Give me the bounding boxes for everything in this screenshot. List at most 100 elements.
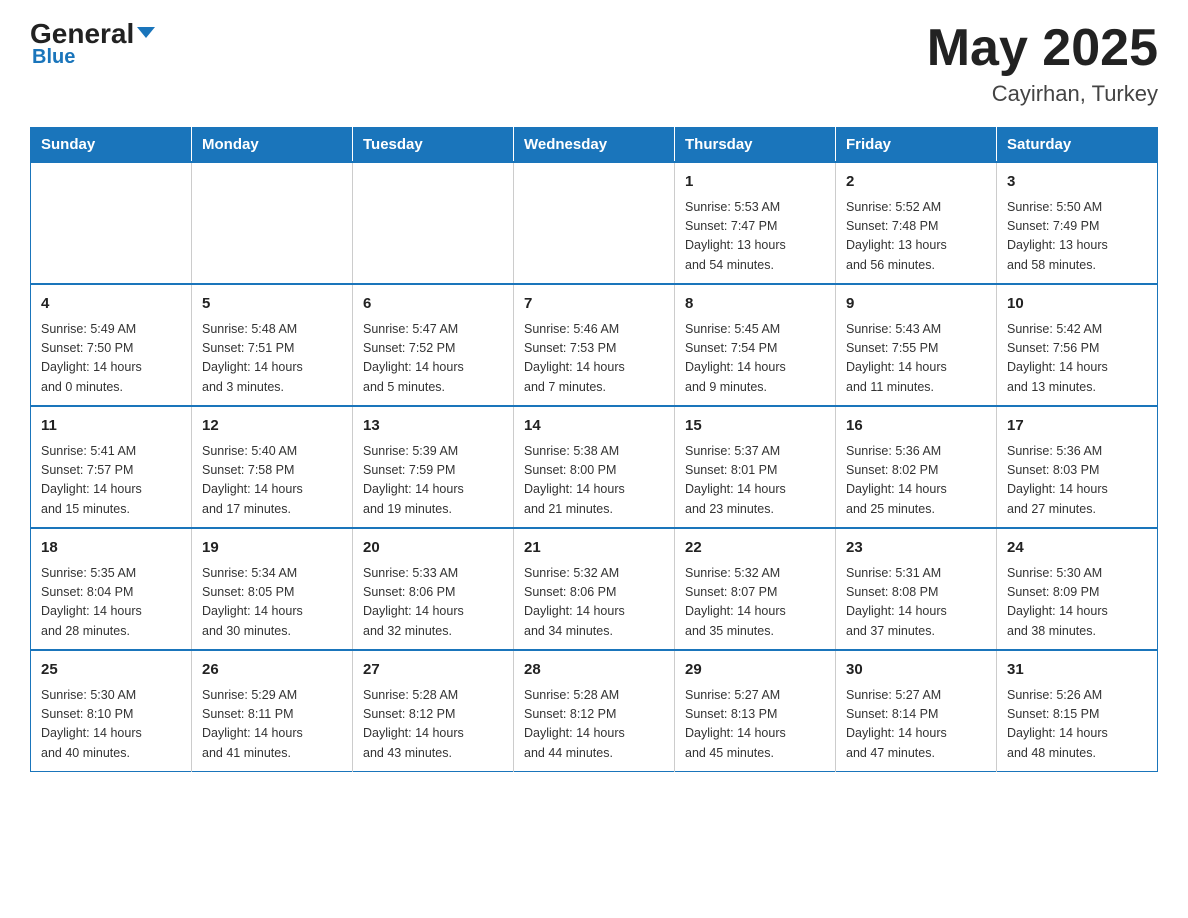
calendar-cell: 18 Sunrise: 5:35 AMSunset: 8:04 PMDayligh… [31, 528, 192, 650]
day-number: 19 [202, 537, 342, 560]
day-number: 11 [41, 415, 181, 438]
calendar-cell: 23Sunrise: 5:31 AMSunset: 8:08 PMDayligh… [836, 528, 997, 650]
day-of-week-friday: Friday [836, 128, 997, 163]
calendar-cell [192, 162, 353, 284]
day-number: 30 [846, 659, 986, 682]
day-number: 16 [846, 415, 986, 438]
calendar-cell: 5Sunrise: 5:48 AMSunset: 7:51 PMDaylight… [192, 284, 353, 406]
title-block: May 2025 Cayirhan, Turkey [927, 20, 1158, 107]
day-number: 10 [1007, 293, 1147, 316]
day-info: Sunrise: 5:53 AMSunset: 7:47 PMDaylight:… [685, 198, 825, 276]
day-info: Sunrise: 5:36 AMSunset: 8:02 PMDaylight:… [846, 442, 986, 520]
day-of-week-wednesday: Wednesday [514, 128, 675, 163]
calendar-cell: 14Sunrise: 5:38 AMSunset: 8:00 PMDayligh… [514, 406, 675, 528]
calendar-cell [31, 162, 192, 284]
day-number: 28 [524, 659, 664, 682]
calendar-cell: 21 Sunrise: 5:32 AMSunset: 8:06 PMDayligh… [514, 528, 675, 650]
calendar-cell: 25Sunrise: 5:30 AMSunset: 8:10 PMDayligh… [31, 650, 192, 772]
calendar-cell: 15 Sunrise: 5:37 AMSunset: 8:01 PMDayligh… [675, 406, 836, 528]
calendar-cell: 6 Sunrise: 5:47 AMSunset: 7:52 PMDaylight… [353, 284, 514, 406]
calendar-cell: 29 Sunrise: 5:27 AMSunset: 8:13 PMDayligh… [675, 650, 836, 772]
day-of-week-monday: Monday [192, 128, 353, 163]
calendar-cell: 1 Sunrise: 5:53 AMSunset: 7:47 PMDaylight… [675, 162, 836, 284]
day-info: Sunrise: 5:45 AMSunset: 7:54 PMDaylight:… [685, 320, 825, 398]
calendar-cell [514, 162, 675, 284]
calendar-location: Cayirhan, Turkey [927, 81, 1158, 107]
day-info: Sunrise: 5:35 AMSunset: 8:04 PMDaylight:… [41, 564, 181, 642]
calendar-cell: 10 Sunrise: 5:42 AMSunset: 7:56 PMDayligh… [997, 284, 1158, 406]
day-info: Sunrise: 5:27 AMSunset: 8:13 PMDaylight:… [685, 686, 825, 764]
calendar-cell: 17 Sunrise: 5:36 AMSunset: 8:03 PMDayligh… [997, 406, 1158, 528]
calendar-cell: 11 Sunrise: 5:41 AMSunset: 7:57 PMDayligh… [31, 406, 192, 528]
day-info: Sunrise: 5:26 AMSunset: 8:15 PMDaylight:… [1007, 686, 1147, 764]
calendar-cell: 28 Sunrise: 5:28 AMSunset: 8:12 PMDayligh… [514, 650, 675, 772]
calendar-title: May 2025 [927, 20, 1158, 77]
day-info: Sunrise: 5:27 AMSunset: 8:14 PMDaylight:… [846, 686, 986, 764]
day-number: 22 [685, 537, 825, 560]
day-number: 29 [685, 659, 825, 682]
day-number: 12 [202, 415, 342, 438]
day-number: 18 [41, 537, 181, 560]
day-info: Sunrise: 5:30 AMSunset: 8:09 PMDaylight:… [1007, 564, 1147, 642]
calendar-cell: 20Sunrise: 5:33 AMSunset: 8:06 PMDayligh… [353, 528, 514, 650]
day-info: Sunrise: 5:50 AMSunset: 7:49 PMDaylight:… [1007, 198, 1147, 276]
calendar-cell: 7 Sunrise: 5:46 AMSunset: 7:53 PMDaylight… [514, 284, 675, 406]
calendar-header-row: SundayMondayTuesdayWednesdayThursdayFrid… [31, 128, 1158, 163]
day-info: Sunrise: 5:39 AMSunset: 7:59 PMDaylight:… [363, 442, 503, 520]
day-of-week-sunday: Sunday [31, 128, 192, 163]
day-number: 6 [363, 293, 503, 316]
day-info: Sunrise: 5:36 AMSunset: 8:03 PMDaylight:… [1007, 442, 1147, 520]
day-number: 15 [685, 415, 825, 438]
day-info: Sunrise: 5:28 AMSunset: 8:12 PMDaylight:… [363, 686, 503, 764]
day-info: Sunrise: 5:33 AMSunset: 8:06 PMDaylight:… [363, 564, 503, 642]
day-info: Sunrise: 5:52 AMSunset: 7:48 PMDaylight:… [846, 198, 986, 276]
day-info: Sunrise: 5:47 AMSunset: 7:52 PMDaylight:… [363, 320, 503, 398]
day-number: 7 [524, 293, 664, 316]
calendar-cell: 24 Sunrise: 5:30 AMSunset: 8:09 PMDayligh… [997, 528, 1158, 650]
day-of-week-thursday: Thursday [675, 128, 836, 163]
day-number: 1 [685, 171, 825, 194]
day-info: Sunrise: 5:31 AMSunset: 8:08 PMDaylight:… [846, 564, 986, 642]
day-number: 17 [1007, 415, 1147, 438]
day-info: Sunrise: 5:34 AMSunset: 8:05 PMDaylight:… [202, 564, 342, 642]
calendar-cell: 19 Sunrise: 5:34 AMSunset: 8:05 PMDayligh… [192, 528, 353, 650]
day-info: Sunrise: 5:41 AMSunset: 7:57 PMDaylight:… [41, 442, 181, 520]
calendar-cell: 12 Sunrise: 5:40 AMSunset: 7:58 PMDayligh… [192, 406, 353, 528]
day-info: Sunrise: 5:38 AMSunset: 8:00 PMDaylight:… [524, 442, 664, 520]
calendar-cell: 16 Sunrise: 5:36 AMSunset: 8:02 PMDayligh… [836, 406, 997, 528]
day-info: Sunrise: 5:37 AMSunset: 8:01 PMDaylight:… [685, 442, 825, 520]
day-info: Sunrise: 5:28 AMSunset: 8:12 PMDaylight:… [524, 686, 664, 764]
day-number: 21 [524, 537, 664, 560]
day-number: 24 [1007, 537, 1147, 560]
calendar-cell: 9Sunrise: 5:43 AMSunset: 7:55 PMDaylight… [836, 284, 997, 406]
day-info: Sunrise: 5:32 AMSunset: 8:06 PMDaylight:… [524, 564, 664, 642]
day-info: Sunrise: 5:42 AMSunset: 7:56 PMDaylight:… [1007, 320, 1147, 398]
logo: General Blue [30, 20, 155, 69]
day-info: Sunrise: 5:32 AMSunset: 8:07 PMDaylight:… [685, 564, 825, 642]
calendar-week-5: 25Sunrise: 5:30 AMSunset: 8:10 PMDayligh… [31, 650, 1158, 772]
calendar-week-3: 11 Sunrise: 5:41 AMSunset: 7:57 PMDayligh… [31, 406, 1158, 528]
calendar-week-2: 4 Sunrise: 5:49 AMSunset: 7:50 PMDaylight… [31, 284, 1158, 406]
calendar-cell: 31 Sunrise: 5:26 AMSunset: 8:15 PMDayligh… [997, 650, 1158, 772]
day-info: Sunrise: 5:48 AMSunset: 7:51 PMDaylight:… [202, 320, 342, 398]
day-info: Sunrise: 5:29 AMSunset: 8:11 PMDaylight:… [202, 686, 342, 764]
day-number: 8 [685, 293, 825, 316]
day-number: 2 [846, 171, 986, 194]
day-number: 13 [363, 415, 503, 438]
page-header: General Blue May 2025 Cayirhan, Turkey [30, 20, 1158, 107]
calendar-table: SundayMondayTuesdayWednesdayThursdayFrid… [30, 127, 1158, 772]
day-number: 4 [41, 293, 181, 316]
day-info: Sunrise: 5:40 AMSunset: 7:58 PMDaylight:… [202, 442, 342, 520]
calendar-cell: 4 Sunrise: 5:49 AMSunset: 7:50 PMDaylight… [31, 284, 192, 406]
calendar-cell: 22 Sunrise: 5:32 AMSunset: 8:07 PMDayligh… [675, 528, 836, 650]
calendar-cell: 13 Sunrise: 5:39 AMSunset: 7:59 PMDayligh… [353, 406, 514, 528]
day-info: Sunrise: 5:49 AMSunset: 7:50 PMDaylight:… [41, 320, 181, 398]
calendar-week-1: 1 Sunrise: 5:53 AMSunset: 7:47 PMDaylight… [31, 162, 1158, 284]
day-of-week-tuesday: Tuesday [353, 128, 514, 163]
calendar-cell [353, 162, 514, 284]
day-info: Sunrise: 5:46 AMSunset: 7:53 PMDaylight:… [524, 320, 664, 398]
day-number: 31 [1007, 659, 1147, 682]
day-number: 9 [846, 293, 986, 316]
calendar-cell: 26Sunrise: 5:29 AMSunset: 8:11 PMDayligh… [192, 650, 353, 772]
calendar-cell: 2 Sunrise: 5:52 AMSunset: 7:48 PMDaylight… [836, 162, 997, 284]
